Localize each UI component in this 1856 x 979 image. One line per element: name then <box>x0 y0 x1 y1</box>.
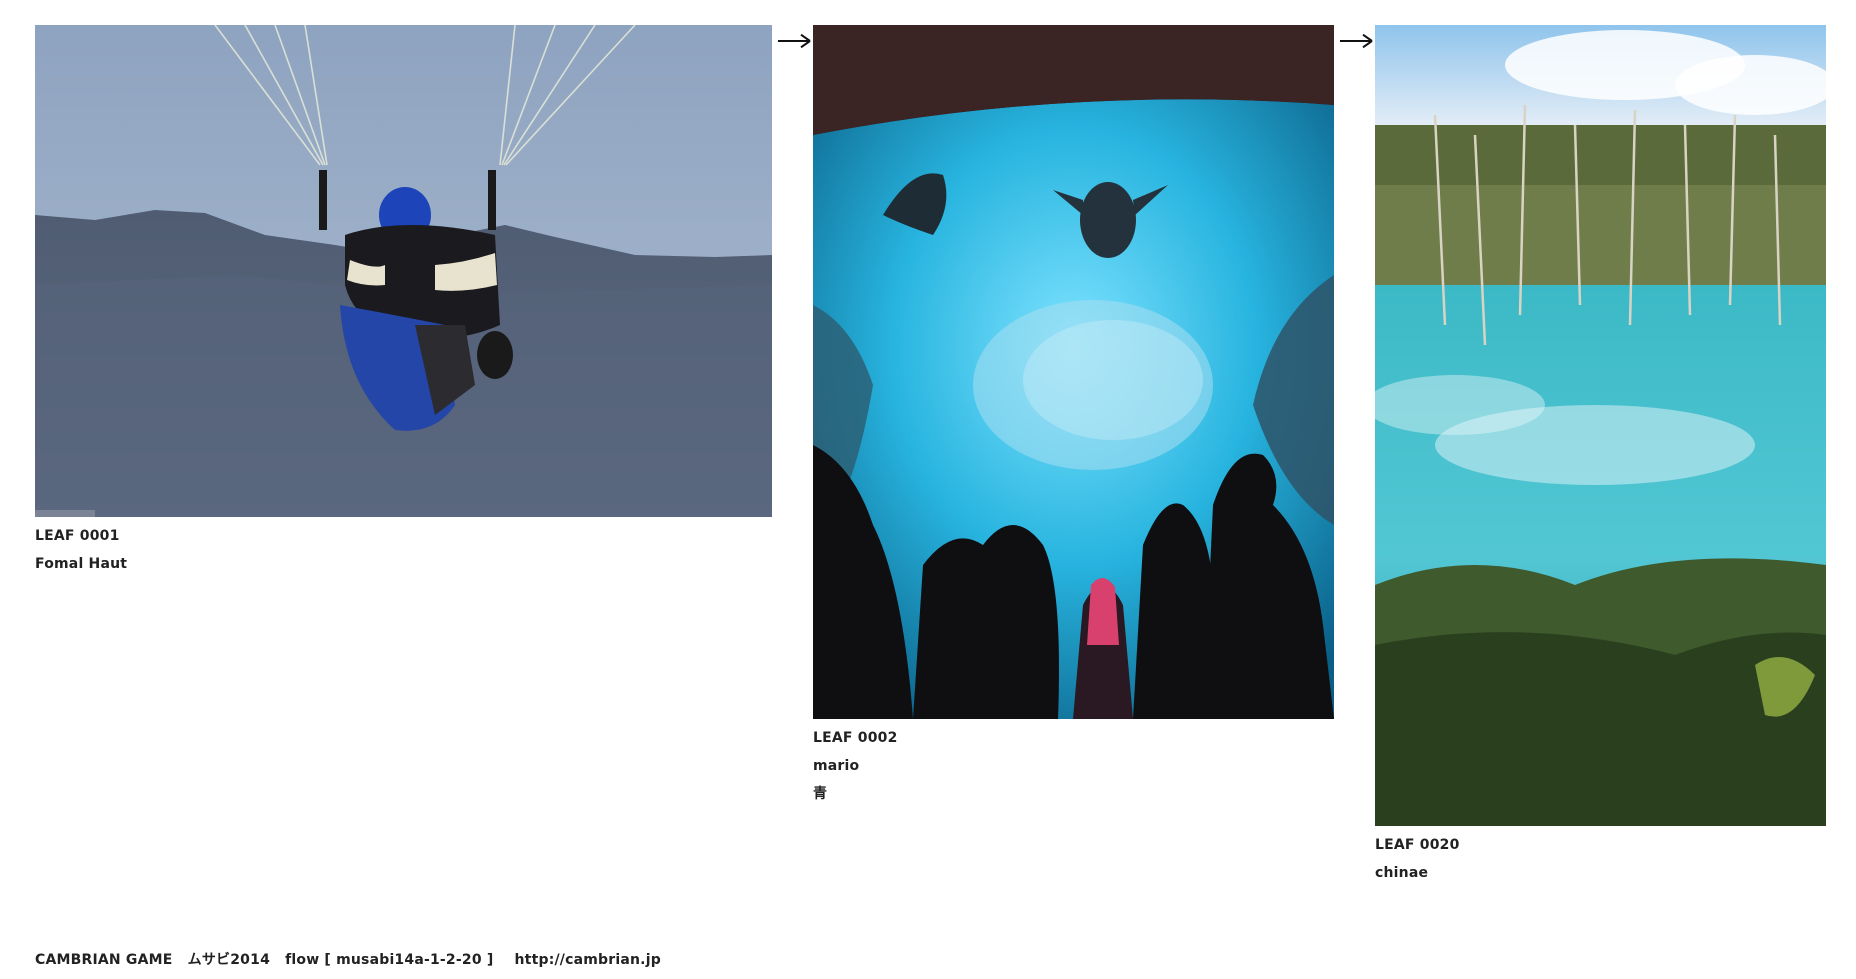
footer: CAMBRIAN GAME ムサビ2014 flow [ musabi14a-1… <box>35 949 671 969</box>
leaf-note: 青 <box>813 786 828 802</box>
leaf-author[interactable]: chinae <box>1375 865 1428 881</box>
paraglider-photo <box>35 25 772 517</box>
leaf-id: LEAF 0001 <box>35 528 120 544</box>
leaf-image-paraglider[interactable] <box>35 25 772 517</box>
right-arrow-icon <box>1340 33 1373 49</box>
leaf-image-aquarium[interactable] <box>813 25 1334 719</box>
leaf-id: LEAF 0020 <box>1375 837 1460 853</box>
leaf-id: LEAF 0002 <box>813 730 898 746</box>
site-url-link[interactable]: http://cambrian.jp <box>515 952 661 968</box>
site-name[interactable]: CAMBRIAN GAME <box>35 952 173 968</box>
leaf-image-blue-pond[interactable] <box>1375 25 1826 826</box>
aquarium-photo <box>813 25 1334 719</box>
page: LEAF 0001 Fomal Haut LEAF 0002 mario 青 L… <box>0 0 1856 979</box>
blue-pond-photo <box>1375 25 1826 826</box>
flow-label: flow [ musabi14a-1-2-20 ] <box>285 952 494 968</box>
right-arrow-icon <box>778 33 811 49</box>
leaf-author[interactable]: Fomal Haut <box>35 556 127 572</box>
leaf-author[interactable]: mario <box>813 758 859 774</box>
session-name: ムサビ2014 <box>187 952 271 968</box>
